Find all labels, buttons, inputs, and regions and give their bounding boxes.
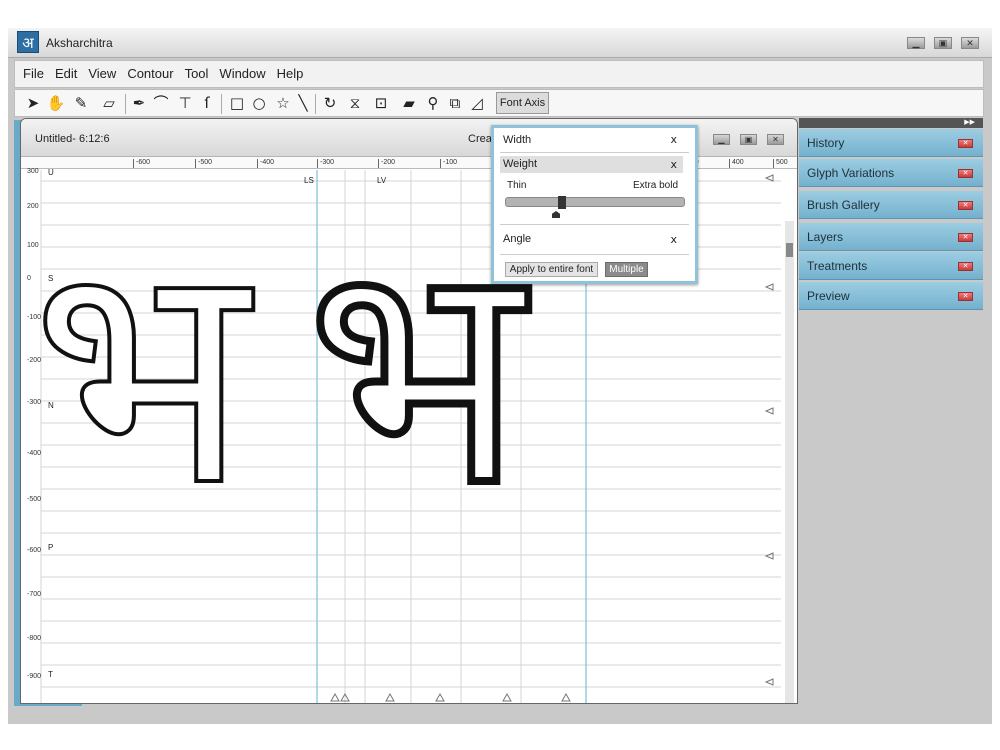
app-logo-icon: अ xyxy=(17,31,39,53)
panel-preview[interactable]: Preview ✕ xyxy=(799,282,983,310)
ruler-tick: 500 xyxy=(773,159,788,168)
app-title: Aksharchitra xyxy=(46,36,113,50)
angle-label: Angle xyxy=(503,233,532,245)
vruler-label: -900 xyxy=(27,673,42,680)
panel-label: Glyph Variations xyxy=(807,166,895,180)
panel-close-icon[interactable]: ✕ xyxy=(958,139,973,148)
vruler-label: -700 xyxy=(27,591,42,598)
panel-label: History xyxy=(807,136,845,150)
toolbar-separator xyxy=(221,94,222,114)
toolbar-separator xyxy=(315,94,316,114)
popup-divider xyxy=(500,152,689,153)
slider-marker-icon xyxy=(552,211,560,218)
vruler-label: -800 xyxy=(27,635,42,642)
scrollbar-thumb[interactable] xyxy=(786,243,793,257)
toolbar-separator xyxy=(125,94,126,114)
ellipse-icon[interactable]: ○ xyxy=(249,93,269,113)
menu-window[interactable]: Window xyxy=(216,61,268,87)
font-axis-popup: Width x Weight x Thin Extra bold Angle x… xyxy=(491,125,698,284)
popup-divider xyxy=(500,224,689,225)
ruler-tick: -600 xyxy=(133,159,150,168)
zone-label: T xyxy=(48,670,53,679)
menu-edit[interactable]: Edit xyxy=(52,61,80,87)
right-panel: ▶▶ History ✕ Glyph Variations ✕ Brush Gall… xyxy=(799,118,983,706)
hand-icon[interactable]: ✋ xyxy=(46,93,66,113)
menu-help[interactable]: Help xyxy=(274,61,307,87)
multiple-button[interactable]: Multiple xyxy=(605,262,648,277)
zone-label: U xyxy=(48,168,54,177)
panel-layers[interactable]: Layers ✕ xyxy=(799,223,983,251)
panel-label: Layers xyxy=(807,230,844,244)
rectangle-icon[interactable]: □ xyxy=(227,93,247,113)
weight-slider[interactable] xyxy=(505,196,685,209)
menu-view[interactable]: View xyxy=(85,61,119,87)
ruler-tick: -500 xyxy=(195,159,212,168)
panel-label: Preview xyxy=(807,289,850,303)
maximize-button[interactable]: ▣ xyxy=(934,37,952,49)
font-axis-button[interactable]: Font Axis xyxy=(496,92,549,114)
rotate-icon[interactable]: ↻ xyxy=(320,93,340,113)
panel-brush-gallery[interactable]: Brush Gallery ✕ xyxy=(799,191,983,219)
guide-label-ls: LS xyxy=(304,176,314,185)
menu-contour[interactable]: Contour xyxy=(124,61,176,87)
document-title: Untitled- 6:12:6 xyxy=(35,133,110,145)
ruler-tick: -300 xyxy=(317,159,334,168)
pointer-icon[interactable]: ➤ xyxy=(23,93,43,113)
pen-icon[interactable]: ✒ xyxy=(129,93,149,113)
minimize-button[interactable]: ▁ xyxy=(907,37,925,49)
close-button[interactable]: ✕ xyxy=(961,37,979,49)
vertical-scrollbar[interactable] xyxy=(785,221,794,703)
menu-file[interactable]: File xyxy=(20,61,47,87)
glyph-bha-regular[interactable]: भ xyxy=(29,208,251,542)
menu-bar: File Edit View Contour Tool Window Help xyxy=(14,60,984,88)
panel-close-icon[interactable]: ✕ xyxy=(958,262,973,271)
panel-close-icon[interactable]: ✕ xyxy=(958,169,973,178)
mirror-icon[interactable]: ⧖ xyxy=(345,93,365,113)
weight-label: Weight xyxy=(503,158,538,170)
panel-glyph-variations[interactable]: Glyph Variations ✕ xyxy=(799,159,983,187)
weight-slider-thumb[interactable] xyxy=(558,196,566,209)
panel-treatments[interactable]: Treatments ✕ xyxy=(799,252,983,280)
title-bar: अ Aksharchitra ▁ ▣ ✕ xyxy=(8,28,992,58)
panel-collapse-icon[interactable]: ▶▶ xyxy=(799,118,983,128)
scale-icon[interactable]: ⊡ xyxy=(371,93,391,113)
panel-close-icon[interactable]: ✕ xyxy=(958,292,973,301)
extra-bold-label: Extra bold xyxy=(633,180,679,191)
angle-close-icon[interactable]: x xyxy=(670,233,677,246)
line-icon[interactable]: ╲ xyxy=(293,93,313,113)
ruler-tick: -200 xyxy=(378,159,395,168)
popup-divider xyxy=(500,254,689,255)
panel-label: Brush Gallery xyxy=(807,198,880,212)
weight-close-icon[interactable]: x xyxy=(670,158,677,171)
ruler-icon[interactable]: ▱ xyxy=(99,93,119,113)
ruler-tick: -100 xyxy=(440,159,457,168)
width-label: Width xyxy=(503,134,532,146)
menu-tool[interactable]: Tool xyxy=(182,61,212,87)
doc-minimize-button[interactable]: ▁ xyxy=(713,134,730,145)
thin-label: Thin xyxy=(507,180,527,191)
apply-entire-font-button[interactable]: Apply to entire font xyxy=(505,262,598,277)
shape-icon[interactable]: ◿ xyxy=(467,93,487,113)
doc-close-button[interactable]: ✕ xyxy=(767,134,784,145)
panel-close-icon[interactable]: ✕ xyxy=(958,201,973,210)
vruler-label: 300 xyxy=(27,168,39,175)
skew-icon[interactable]: ▰ xyxy=(399,93,419,113)
hook-icon[interactable]: ſ xyxy=(197,93,217,113)
panel-label: Treatments xyxy=(807,259,868,273)
guide-label-lv: LV xyxy=(377,176,387,185)
tool-bar: ➤ ✋ ✎ ▱ ✒ ⌒ ⊤ ſ □ ○ ☆ ╲ ↻ ⧖ ⊡ ▰ ⚲ ⧉ ◿ Fo… xyxy=(14,89,984,117)
ruler-tick: -400 xyxy=(257,159,274,168)
knife-icon[interactable]: ✎ xyxy=(71,93,91,113)
ruler-tick: 400 xyxy=(729,159,744,168)
t-corner-icon[interactable]: ⊤ xyxy=(175,93,195,113)
doc-maximize-button[interactable]: ▣ xyxy=(740,134,757,145)
zoom-icon[interactable]: ⚲ xyxy=(423,93,443,113)
panel-history[interactable]: History ✕ xyxy=(799,129,983,157)
star-icon[interactable]: ☆ xyxy=(273,93,293,113)
panel-close-icon[interactable]: ✕ xyxy=(958,233,973,242)
curve-icon[interactable]: ⌒ xyxy=(151,93,171,113)
transform-icon[interactable]: ⧉ xyxy=(445,93,465,113)
width-close-icon[interactable]: x xyxy=(670,133,677,146)
